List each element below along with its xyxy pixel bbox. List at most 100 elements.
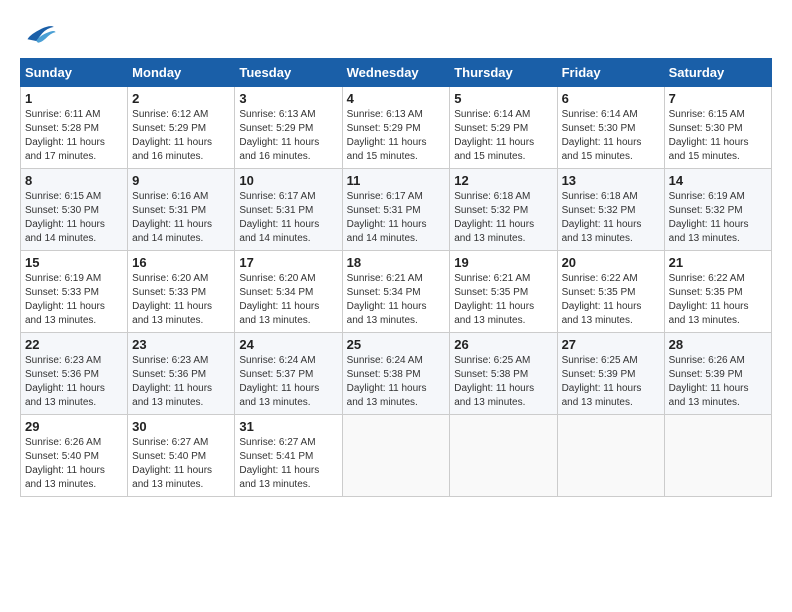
calendar-cell: 20 Sunrise: 6:22 AM Sunset: 5:35 PM Dayli… [557,251,664,333]
day-number: 2 [132,91,230,106]
calendar-cell: 11 Sunrise: 6:17 AM Sunset: 5:31 PM Dayli… [342,169,450,251]
day-number: 12 [454,173,552,188]
day-number: 3 [239,91,337,106]
day-number: 31 [239,419,337,434]
day-info: Sunrise: 6:15 AM Sunset: 5:30 PM Dayligh… [669,108,767,164]
day-number: 1 [25,91,123,106]
calendar-cell: 1 Sunrise: 6:11 AM Sunset: 5:28 PM Daylig… [21,87,128,169]
calendar-cell: 6 Sunrise: 6:14 AM Sunset: 5:30 PM Daylig… [557,87,664,169]
day-info: Sunrise: 6:25 AM Sunset: 5:39 PM Dayligh… [562,354,660,410]
day-number: 30 [132,419,230,434]
day-info: Sunrise: 6:24 AM Sunset: 5:37 PM Dayligh… [239,354,337,410]
day-info: Sunrise: 6:13 AM Sunset: 5:29 PM Dayligh… [239,108,337,164]
day-info: Sunrise: 6:20 AM Sunset: 5:33 PM Dayligh… [132,272,230,328]
calendar-cell: 18 Sunrise: 6:21 AM Sunset: 5:34 PM Dayli… [342,251,450,333]
day-info: Sunrise: 6:21 AM Sunset: 5:34 PM Dayligh… [347,272,446,328]
day-number: 5 [454,91,552,106]
calendar-cell: 19 Sunrise: 6:21 AM Sunset: 5:35 PM Dayli… [450,251,557,333]
day-number: 15 [25,255,123,270]
calendar-table: SundayMondayTuesdayWednesdayThursdayFrid… [20,58,772,497]
day-info: Sunrise: 6:26 AM Sunset: 5:39 PM Dayligh… [669,354,767,410]
day-info: Sunrise: 6:19 AM Sunset: 5:33 PM Dayligh… [25,272,123,328]
day-info: Sunrise: 6:15 AM Sunset: 5:30 PM Dayligh… [25,190,123,246]
day-number: 29 [25,419,123,434]
day-info: Sunrise: 6:23 AM Sunset: 5:36 PM Dayligh… [25,354,123,410]
day-info: Sunrise: 6:14 AM Sunset: 5:30 PM Dayligh… [562,108,660,164]
calendar-cell: 5 Sunrise: 6:14 AM Sunset: 5:29 PM Daylig… [450,87,557,169]
column-header-friday: Friday [557,59,664,87]
day-info: Sunrise: 6:12 AM Sunset: 5:29 PM Dayligh… [132,108,230,164]
day-info: Sunrise: 6:24 AM Sunset: 5:38 PM Dayligh… [347,354,446,410]
calendar-cell [664,415,771,497]
logo-icon [20,20,56,48]
calendar-cell [342,415,450,497]
day-number: 26 [454,337,552,352]
day-info: Sunrise: 6:19 AM Sunset: 5:32 PM Dayligh… [669,190,767,246]
day-number: 21 [669,255,767,270]
day-info: Sunrise: 6:27 AM Sunset: 5:40 PM Dayligh… [132,436,230,492]
calendar-cell: 4 Sunrise: 6:13 AM Sunset: 5:29 PM Daylig… [342,87,450,169]
calendar-cell: 25 Sunrise: 6:24 AM Sunset: 5:38 PM Dayli… [342,333,450,415]
day-number: 25 [347,337,446,352]
column-header-sunday: Sunday [21,59,128,87]
day-number: 22 [25,337,123,352]
column-header-tuesday: Tuesday [235,59,342,87]
day-number: 11 [347,173,446,188]
page-header [20,20,772,48]
calendar-cell: 10Sunrise: 6:17 AM Sunset: 5:31 PM Dayli… [235,169,342,251]
day-info: Sunrise: 6:18 AM Sunset: 5:32 PM Dayligh… [562,190,660,246]
calendar-week-row: 29 Sunrise: 6:26 AM Sunset: 5:40 PM Dayli… [21,415,772,497]
calendar-cell: 7 Sunrise: 6:15 AM Sunset: 5:30 PM Daylig… [664,87,771,169]
day-info: Sunrise: 6:16 AM Sunset: 5:31 PM Dayligh… [132,190,230,246]
column-header-wednesday: Wednesday [342,59,450,87]
calendar-cell: 14 Sunrise: 6:19 AM Sunset: 5:32 PM Dayli… [664,169,771,251]
day-info: Sunrise: 6:27 AM Sunset: 5:41 PM Dayligh… [239,436,337,492]
day-number: 9 [132,173,230,188]
calendar-cell: 31 Sunrise: 6:27 AM Sunset: 5:41 PM Dayli… [235,415,342,497]
calendar-cell [450,415,557,497]
day-number: 8 [25,173,123,188]
calendar-cell: 30 Sunrise: 6:27 AM Sunset: 5:40 PM Dayli… [128,415,235,497]
calendar-cell: 23Sunrise: 6:23 AM Sunset: 5:36 PM Dayli… [128,333,235,415]
calendar-cell: 21 Sunrise: 6:22 AM Sunset: 5:35 PM Dayli… [664,251,771,333]
logo [20,20,60,48]
day-number: 24 [239,337,337,352]
day-info: Sunrise: 6:22 AM Sunset: 5:35 PM Dayligh… [562,272,660,328]
calendar-cell: 9 Sunrise: 6:16 AM Sunset: 5:31 PM Daylig… [128,169,235,251]
column-header-saturday: Saturday [664,59,771,87]
day-number: 20 [562,255,660,270]
calendar-cell: 12 Sunrise: 6:18 AM Sunset: 5:32 PM Dayli… [450,169,557,251]
day-info: Sunrise: 6:17 AM Sunset: 5:31 PM Dayligh… [347,190,446,246]
calendar-cell: 8 Sunrise: 6:15 AM Sunset: 5:30 PM Daylig… [21,169,128,251]
day-number: 13 [562,173,660,188]
day-info: Sunrise: 6:18 AM Sunset: 5:32 PM Dayligh… [454,190,552,246]
calendar-cell [557,415,664,497]
day-number: 4 [347,91,446,106]
column-header-monday: Monday [128,59,235,87]
day-number: 6 [562,91,660,106]
calendar-header-row: SundayMondayTuesdayWednesdayThursdayFrid… [21,59,772,87]
calendar-week-row: 22 Sunrise: 6:23 AM Sunset: 5:36 PM Dayli… [21,333,772,415]
day-number: 18 [347,255,446,270]
day-number: 27 [562,337,660,352]
day-info: Sunrise: 6:17 AM Sunset: 5:31 PM Dayligh… [239,190,337,246]
day-info: Sunrise: 6:20 AM Sunset: 5:34 PM Dayligh… [239,272,337,328]
day-info: Sunrise: 6:11 AM Sunset: 5:28 PM Dayligh… [25,108,123,164]
day-info: Sunrise: 6:13 AM Sunset: 5:29 PM Dayligh… [347,108,446,164]
calendar-cell: 15 Sunrise: 6:19 AM Sunset: 5:33 PM Dayli… [21,251,128,333]
calendar-cell: 16Sunrise: 6:20 AM Sunset: 5:33 PM Dayli… [128,251,235,333]
day-number: 19 [454,255,552,270]
calendar-cell: 28Sunrise: 6:26 AM Sunset: 5:39 PM Dayli… [664,333,771,415]
calendar-cell: 2 Sunrise: 6:12 AM Sunset: 5:29 PM Daylig… [128,87,235,169]
calendar-cell: 13 Sunrise: 6:18 AM Sunset: 5:32 PM Dayli… [557,169,664,251]
day-number: 7 [669,91,767,106]
day-info: Sunrise: 6:26 AM Sunset: 5:40 PM Dayligh… [25,436,123,492]
day-number: 14 [669,173,767,188]
calendar-cell: 22 Sunrise: 6:23 AM Sunset: 5:36 PM Dayli… [21,333,128,415]
calendar-cell: 3 Sunrise: 6:13 AM Sunset: 5:29 PM Daylig… [235,87,342,169]
day-info: Sunrise: 6:21 AM Sunset: 5:35 PM Dayligh… [454,272,552,328]
day-info: Sunrise: 6:23 AM Sunset: 5:36 PM Dayligh… [132,354,230,410]
day-info: Sunrise: 6:14 AM Sunset: 5:29 PM Dayligh… [454,108,552,164]
calendar-cell: 17Sunrise: 6:20 AM Sunset: 5:34 PM Dayli… [235,251,342,333]
day-info: Sunrise: 6:22 AM Sunset: 5:35 PM Dayligh… [669,272,767,328]
